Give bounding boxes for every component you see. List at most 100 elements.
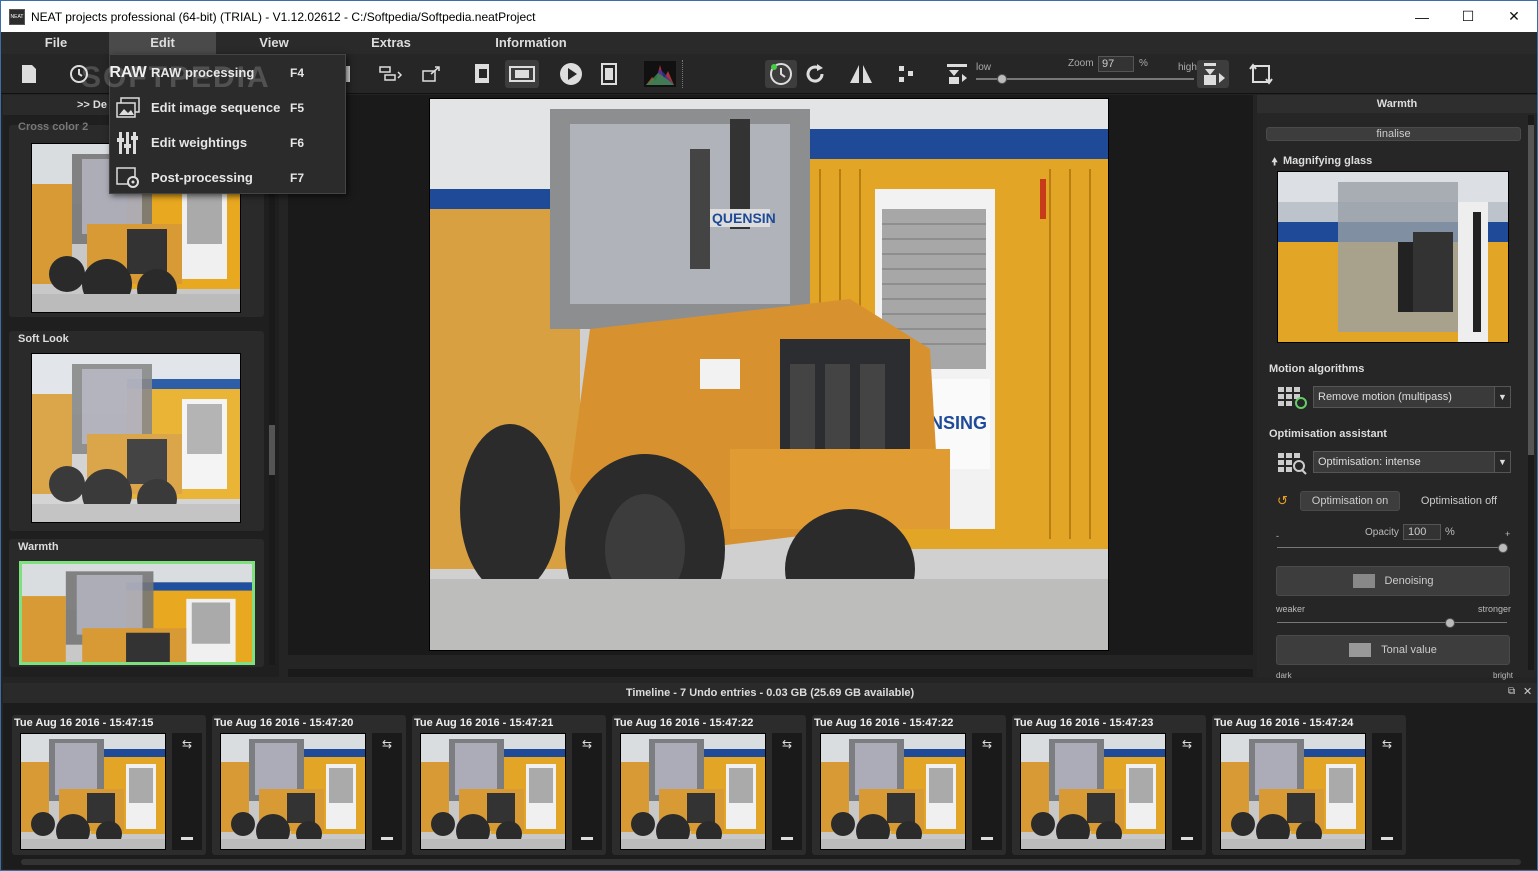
restore-icon[interactable]: ⇆ (1376, 737, 1398, 753)
close-timeline-icon[interactable]: ✕ (1523, 685, 1532, 698)
post-processing-icon (114, 164, 142, 192)
timeline-thumbnail[interactable] (220, 733, 366, 850)
main-image[interactable]: NSING QUENSIN (429, 98, 1109, 651)
opacity-input[interactable]: 100 (1403, 524, 1441, 540)
render-button[interactable] (469, 60, 497, 88)
toolbar-separator (682, 60, 684, 88)
zoom-slider-track[interactable] (976, 78, 1194, 80)
menu-item-edit-weightings[interactable]: Edit weightings F6 (110, 125, 345, 160)
preset-label: Cross color 2 (18, 121, 89, 133)
restore-icon[interactable]: ⇆ (176, 737, 198, 753)
remove-entry-icon[interactable] (1181, 837, 1193, 840)
film-button[interactable] (595, 60, 623, 88)
minimize-button[interactable]: — (1399, 1, 1445, 32)
restore-icon[interactable]: ⇆ (576, 737, 598, 753)
image-sequence-icon (114, 94, 142, 122)
undock-icon[interactable]: ⧉ (1508, 686, 1515, 697)
zoom-input[interactable]: 97 (1098, 56, 1134, 72)
zoom-out-icon (947, 64, 967, 84)
timeline-entry-time: Tue Aug 16 2016 - 15:47:22 (814, 717, 954, 729)
preset-item-warmth[interactable]: Warmth (9, 539, 264, 667)
menu-view[interactable]: View (241, 32, 307, 54)
timeline-entry[interactable]: Tue Aug 16 2016 - 15:47:22 ⇆ (612, 715, 806, 855)
histogram-button[interactable] (643, 60, 677, 88)
timeline-thumbnail[interactable] (1020, 733, 1166, 850)
truck-photo (821, 734, 965, 849)
timeline-entry[interactable]: Tue Aug 16 2016 - 15:47:22 ⇆ (812, 715, 1006, 855)
export-button[interactable] (419, 60, 447, 88)
remove-entry-icon[interactable] (581, 837, 593, 840)
denoising-slider-track[interactable] (1277, 622, 1507, 623)
timeline-thumbnail[interactable] (20, 733, 166, 850)
timing-button[interactable] (765, 60, 797, 88)
history-button[interactable] (65, 60, 93, 88)
remove-entry-icon[interactable] (781, 837, 793, 840)
preset-thumbnail-selected (19, 561, 255, 665)
menu-edit[interactable]: Edit (109, 32, 216, 54)
scrollbar-thumb[interactable] (269, 425, 275, 475)
remove-entry-icon[interactable] (981, 837, 993, 840)
menu-information[interactable]: Information (481, 32, 581, 54)
finalise-button[interactable]: finalise (1266, 127, 1521, 141)
timeline-thumbnail[interactable] (620, 733, 766, 850)
restore-icon[interactable]: ⇆ (776, 737, 798, 753)
timeline-entry[interactable]: Tue Aug 16 2016 - 15:47:15 ⇆ (12, 715, 206, 855)
fit-rotate-icon (1249, 63, 1273, 85)
optimisation-off-button[interactable]: Optimisation off (1405, 491, 1513, 511)
denoising-slider-knob[interactable] (1445, 618, 1455, 628)
timeline-entry[interactable]: Tue Aug 16 2016 - 15:47:23 ⇆ (1012, 715, 1206, 855)
opacity-slider-track[interactable] (1277, 547, 1507, 548)
menu-item-edit-image-sequence[interactable]: Edit image sequence F5 (110, 90, 345, 125)
arrow-up-icon[interactable]: 🠝 (1271, 153, 1278, 172)
zoom-low-button[interactable] (943, 60, 971, 88)
denoising-button[interactable]: Denoising (1276, 566, 1510, 596)
new-project-button[interactable] (15, 60, 43, 88)
menu-item-label: Edit image sequence (151, 100, 281, 115)
timeline-thumbnail[interactable] (1220, 733, 1366, 850)
app-icon: NEAT (9, 8, 25, 25)
rotate-button[interactable] (801, 60, 829, 88)
remove-entry-icon[interactable] (1381, 837, 1393, 840)
optimisation-select[interactable]: Optimisation: intense ▼ (1313, 451, 1511, 473)
menu-extras[interactable]: Extras (358, 32, 424, 54)
close-button[interactable]: ✕ (1491, 1, 1537, 32)
play-button[interactable] (557, 60, 585, 88)
menu-item-raw-processing[interactable]: RAW RAW processing F4 (109, 55, 345, 90)
align-button[interactable] (377, 60, 405, 88)
settings-panel: Warmth finalise Magnifying glass 🠝 Motio… (1257, 95, 1537, 680)
tonal-value-button[interactable]: Tonal value (1276, 635, 1510, 665)
preset-item-soft-look[interactable]: Soft Look (9, 331, 264, 531)
timeline-entry[interactable]: Tue Aug 16 2016 - 15:47:21 ⇆ (412, 715, 606, 855)
maximize-button[interactable]: ☐ (1445, 1, 1491, 32)
remove-entry-icon[interactable] (381, 837, 393, 840)
restore-icon[interactable]: ⇆ (976, 737, 998, 753)
window-title: NEAT projects professional (64-bit) (TRI… (31, 9, 536, 24)
optimisation-on-button[interactable]: Optimisation on (1300, 491, 1400, 511)
opacity-minus: - (1276, 531, 1279, 541)
opacity-slider-knob[interactable] (1498, 543, 1508, 553)
timeline-scrollbar[interactable] (21, 859, 1521, 865)
timeline-thumbnail[interactable] (420, 733, 566, 850)
remove-entry-icon[interactable] (181, 837, 193, 840)
menu-file[interactable]: File (23, 32, 89, 54)
restore-icon[interactable]: ⇆ (376, 737, 398, 753)
preview-frame-button[interactable] (505, 60, 539, 88)
zoom-slider-knob[interactable] (997, 74, 1007, 84)
refresh-icon[interactable]: ↺ (1277, 493, 1288, 509)
zoom-high-button[interactable] (1197, 60, 1229, 88)
timeline-entry-actions: ⇆ (1372, 733, 1402, 850)
motion-algorithm-icon (1277, 385, 1307, 409)
timeline-entry[interactable]: Tue Aug 16 2016 - 15:47:20 ⇆ (212, 715, 406, 855)
settings-panel-scrollbar[interactable] (1528, 115, 1534, 670)
timeline-entry[interactable]: Tue Aug 16 2016 - 15:47:24 ⇆ (1212, 715, 1406, 855)
restore-icon[interactable]: ⇆ (1176, 737, 1198, 753)
edit-menu-dropdown: RAW RAW processing F4 Edit image sequenc… (109, 54, 346, 194)
timeline-thumbnail[interactable] (820, 733, 966, 850)
scrollbar-thumb[interactable] (1528, 125, 1534, 455)
motion-algorithm-select[interactable]: Remove motion (multipass) ▼ (1313, 386, 1511, 408)
crop-button[interactable] (893, 60, 921, 88)
flip-button[interactable] (847, 60, 875, 88)
menu-item-post-processing[interactable]: Post-processing F7 (110, 160, 345, 195)
fit-button[interactable] (1247, 60, 1275, 88)
preset-panel-scrollbar[interactable] (269, 125, 275, 665)
